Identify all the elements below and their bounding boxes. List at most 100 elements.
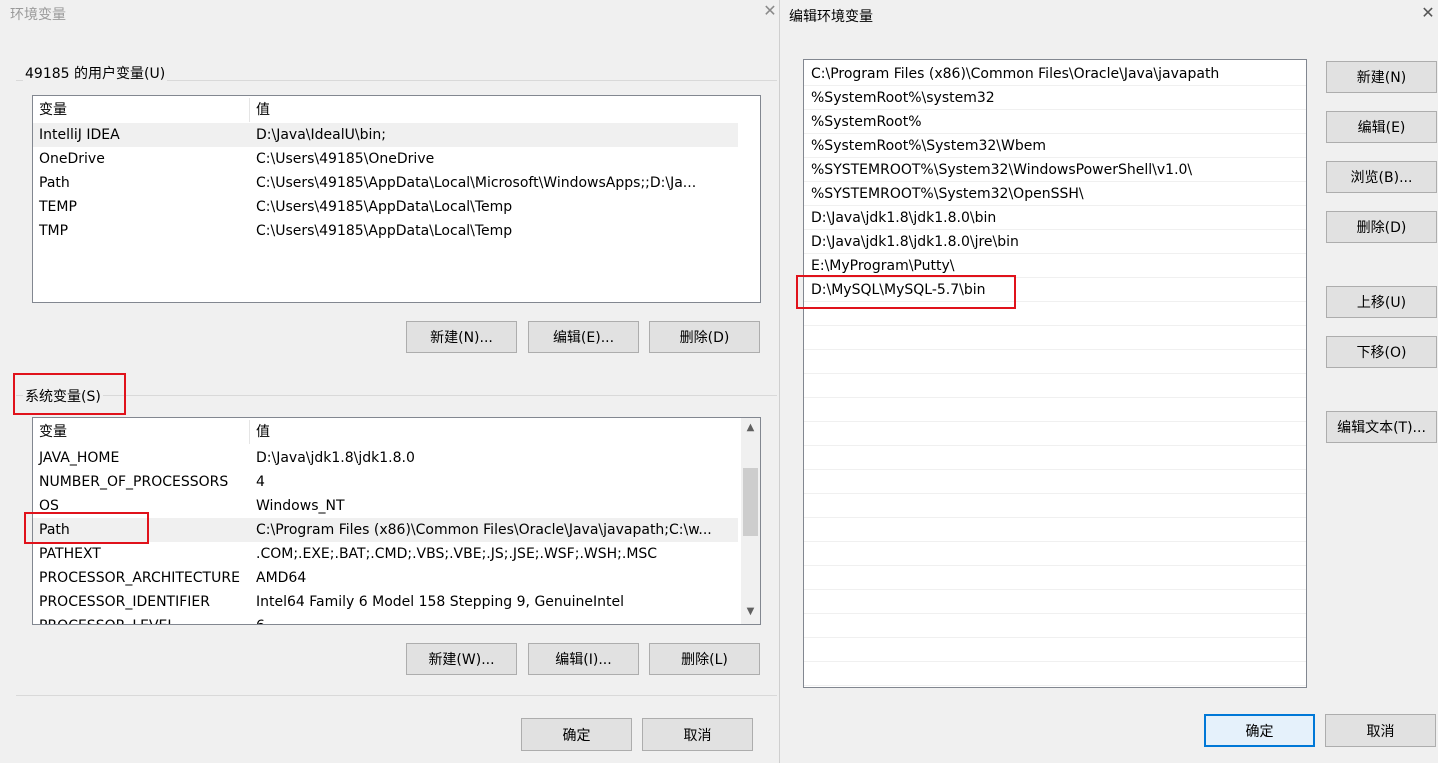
- row-variable: OneDrive: [39, 151, 105, 167]
- row-value: .COM;.EXE;.BAT;.CMD;.VBS;.VBE;.JS;.JSE;.…: [256, 546, 658, 562]
- empty-row[interactable]: [804, 662, 1306, 686]
- row-variable: PATHEXT: [39, 546, 101, 562]
- empty-row[interactable]: [804, 446, 1306, 470]
- table-row[interactable]: JAVA_HOME D:\Java\jdk1.8\jdk1.8.0: [33, 446, 738, 470]
- row-variable: PROCESSOR_LEVEL: [39, 614, 175, 624]
- row-value: C:\Program Files (x86)\Common Files\Orac…: [256, 522, 712, 538]
- column-header-variable[interactable]: 变量: [39, 98, 67, 122]
- row-variable: PROCESSOR_ARCHITECTURE: [39, 570, 240, 586]
- empty-row[interactable]: [804, 374, 1306, 398]
- delete-path-button[interactable]: 删除(D): [1326, 211, 1437, 243]
- empty-row[interactable]: [804, 614, 1306, 638]
- browse-button[interactable]: 浏览(B)...: [1326, 161, 1437, 193]
- row-value: C:\Users\49185\AppData\Local\Temp: [256, 223, 513, 239]
- path-list[interactable]: C:\Program Files (x86)\Common Files\Orac…: [803, 59, 1307, 688]
- row-value: C:\Users\49185\OneDrive: [256, 151, 435, 167]
- row-variable: JAVA_HOME: [39, 450, 120, 466]
- edit-environment-variable-dialog: 编辑环境变量 ✕ C:\Program Files (x86)\Common F…: [779, 0, 1438, 763]
- close-icon[interactable]: ✕: [1420, 4, 1436, 22]
- table-row[interactable]: TMP C:\Users\49185\AppData\Local\Temp: [33, 219, 738, 243]
- ok-button[interactable]: 确定: [521, 718, 632, 751]
- row-value: AMD64: [256, 570, 307, 586]
- empty-row[interactable]: [804, 422, 1306, 446]
- column-header-value[interactable]: 值: [256, 420, 270, 444]
- row-variable: TEMP: [39, 199, 77, 215]
- user-delete-button[interactable]: 删除(D): [649, 321, 760, 353]
- user-new-button[interactable]: 新建(N)...: [406, 321, 517, 353]
- list-header: 变量 值: [33, 98, 738, 122]
- table-row[interactable]: NUMBER_OF_PROCESSORS 4: [33, 470, 738, 494]
- table-row[interactable]: IntelliJ IDEA D:\Java\IdealU\bin;: [33, 123, 738, 147]
- empty-row[interactable]: [804, 326, 1306, 350]
- table-row[interactable]: TEMP C:\Users\49185\AppData\Local\Temp: [33, 195, 738, 219]
- system-edit-button[interactable]: 编辑(I)...: [528, 643, 639, 675]
- row-value: D:\Java\jdk1.8\jdk1.8.0: [256, 450, 415, 466]
- scroll-up-icon[interactable]: ▲: [741, 420, 760, 436]
- scroll-down-icon[interactable]: ▼: [741, 604, 760, 620]
- group-divider: [16, 695, 777, 696]
- system-delete-button[interactable]: 删除(L): [649, 643, 760, 675]
- system-new-button[interactable]: 新建(W)...: [406, 643, 517, 675]
- row-variable: NUMBER_OF_PROCESSORS: [39, 474, 229, 490]
- highlight-box: [24, 512, 149, 544]
- empty-row[interactable]: [804, 494, 1306, 518]
- highlight-box: [796, 275, 1016, 309]
- list-header: 变量 值: [33, 420, 738, 444]
- empty-row[interactable]: [804, 398, 1306, 422]
- row-variable: PROCESSOR_IDENTIFIER: [39, 594, 210, 610]
- user-vars-list[interactable]: 变量 值 IntelliJ IDEA D:\Java\IdealU\bin; O…: [32, 95, 761, 303]
- row-value: C:\Users\49185\AppData\Local\Microsoft\W…: [256, 175, 697, 191]
- list-item[interactable]: %SystemRoot%: [804, 110, 1306, 134]
- vertical-scrollbar[interactable]: ▲ ▼: [741, 418, 760, 624]
- row-value: C:\Users\49185\AppData\Local\Temp: [256, 199, 513, 215]
- row-value: 6: [256, 614, 734, 624]
- column-separator: [249, 98, 250, 122]
- row-variable: IntelliJ IDEA: [39, 127, 120, 143]
- column-header-value[interactable]: 值: [256, 98, 270, 122]
- edit-text-button[interactable]: 编辑文本(T)...: [1326, 411, 1437, 443]
- empty-row[interactable]: [804, 638, 1306, 662]
- row-value: Windows_NT: [256, 498, 345, 514]
- environment-variables-dialog: 环境变量 ✕ 49185 的用户变量(U) 变量 值 IntelliJ IDEA…: [0, 0, 778, 763]
- dialog-title: 环境变量: [10, 7, 66, 23]
- list-item[interactable]: %SYSTEMROOT%\System32\OpenSSH\: [804, 182, 1306, 206]
- move-down-button[interactable]: 下移(O): [1326, 336, 1437, 368]
- edit-path-button[interactable]: 编辑(E): [1326, 111, 1437, 143]
- row-value: 4: [256, 474, 265, 490]
- highlight-box: [13, 373, 126, 415]
- list-item[interactable]: D:\Java\jdk1.8\jdk1.8.0\bin: [804, 206, 1306, 230]
- table-row[interactable]: PROCESSOR_LEVEL 6: [33, 614, 738, 624]
- move-up-button[interactable]: 上移(U): [1326, 286, 1437, 318]
- empty-row[interactable]: [804, 590, 1306, 614]
- ok-button[interactable]: 确定: [1204, 714, 1315, 747]
- table-row[interactable]: Path C:\Users\49185\AppData\Local\Micros…: [33, 171, 738, 195]
- empty-row[interactable]: [804, 518, 1306, 542]
- empty-row[interactable]: [804, 542, 1306, 566]
- table-row[interactable]: PROCESSOR_ARCHITECTURE AMD64: [33, 566, 738, 590]
- group-divider: [16, 395, 777, 396]
- user-vars-group-label: 49185 的用户变量(U): [23, 63, 168, 83]
- cancel-button[interactable]: 取消: [642, 718, 753, 751]
- table-row[interactable]: PATHEXT .COM;.EXE;.BAT;.CMD;.VBS;.VBE;.J…: [33, 542, 738, 566]
- scrollbar-thumb[interactable]: [743, 468, 758, 536]
- list-item[interactable]: D:\Java\jdk1.8\jdk1.8.0\jre\bin: [804, 230, 1306, 254]
- cancel-button[interactable]: 取消: [1325, 714, 1436, 747]
- close-icon[interactable]: ✕: [762, 2, 778, 20]
- row-value: D:\Java\IdealU\bin;: [256, 127, 386, 143]
- user-edit-button[interactable]: 编辑(E)...: [528, 321, 639, 353]
- row-value: Intel64 Family 6 Model 158 Stepping 9, G…: [256, 594, 625, 610]
- empty-row[interactable]: [804, 566, 1306, 590]
- column-header-variable[interactable]: 变量: [39, 420, 67, 444]
- list-item[interactable]: %SYSTEMROOT%\System32\WindowsPowerShell\…: [804, 158, 1306, 182]
- list-item[interactable]: %SystemRoot%\System32\Wbem: [804, 134, 1306, 158]
- list-item[interactable]: %SystemRoot%\system32: [804, 86, 1306, 110]
- row-variable: TMP: [39, 223, 69, 239]
- table-row[interactable]: OneDrive C:\Users\49185\OneDrive: [33, 147, 738, 171]
- list-item[interactable]: C:\Program Files (x86)\Common Files\Orac…: [804, 62, 1306, 86]
- empty-row[interactable]: [804, 350, 1306, 374]
- column-separator: [249, 420, 250, 444]
- dialog-title: 编辑环境变量: [789, 9, 873, 25]
- table-row[interactable]: PROCESSOR_IDENTIFIER Intel64 Family 6 Mo…: [33, 590, 738, 614]
- empty-row[interactable]: [804, 470, 1306, 494]
- new-path-button[interactable]: 新建(N): [1326, 61, 1437, 93]
